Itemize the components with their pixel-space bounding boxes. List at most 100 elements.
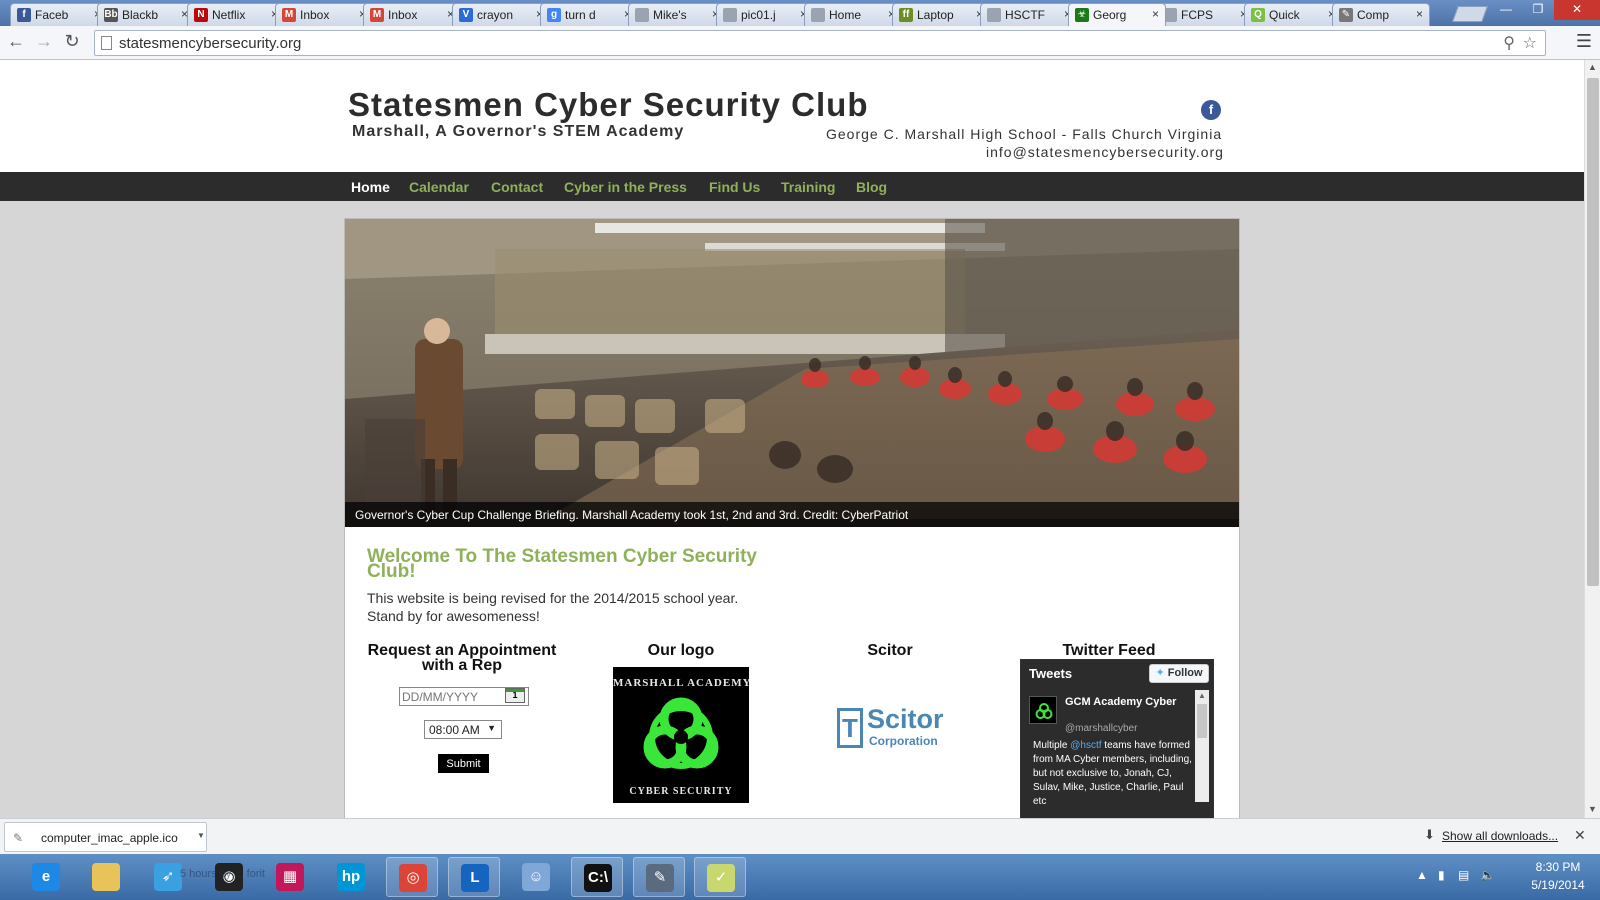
browser-tab[interactable]: gturn d×: [540, 3, 638, 26]
nav-link-find-us[interactable]: Find Us: [709, 179, 760, 195]
taskbar-file-explorer[interactable]: [80, 857, 132, 897]
nav-link-home[interactable]: Home: [351, 179, 390, 195]
taskbar-command-prompt[interactable]: C:\: [571, 857, 623, 897]
scitor-logo-mark: T: [837, 708, 863, 748]
scroll-down-arrow-icon[interactable]: ▼: [1588, 804, 1597, 814]
browser-tab[interactable]: pic01.j×: [716, 3, 814, 26]
browser-tab[interactable]: QQuick×: [1244, 3, 1342, 26]
gmail-icon: M: [370, 8, 384, 22]
browser-tab[interactable]: Home×: [804, 3, 902, 26]
browser-tab-label: Comp: [1357, 8, 1390, 22]
taskbar-paint-app[interactable]: ▦: [264, 857, 316, 897]
bookmark-star-icon[interactable]: ☆: [1523, 33, 1537, 53]
scroll-up-arrow-icon[interactable]: ▲: [1198, 691, 1206, 700]
search-icon[interactable]: ⚲: [1503, 33, 1515, 53]
nav-link-training[interactable]: Training: [781, 179, 835, 195]
follow-button[interactable]: ✦ Follow: [1149, 664, 1209, 683]
nav-link-cyber-in-the-press[interactable]: Cyber in the Press: [564, 179, 687, 195]
contact-email[interactable]: info@statesmencybersecurity.org: [986, 144, 1224, 160]
finder-icon: ☺: [522, 863, 550, 891]
scitor-logo[interactable]: T Scitor Corporation: [837, 704, 963, 752]
browser-tab-label: crayon: [477, 8, 514, 22]
tweet-list: GCM Academy Cyber 2h @marshallcyber Mult…: [1025, 690, 1211, 818]
tweet-author-handle[interactable]: @marshallcyber: [1065, 723, 1137, 734]
tag-icon: ✎: [1339, 8, 1353, 22]
taskbar-chart-app[interactable]: ✓: [694, 857, 746, 897]
site-nav: Home Calendar Contact Cyber in the Press Fin…: [0, 172, 1584, 201]
taskbar-finder-app[interactable]: ☺: [510, 857, 562, 897]
clock-date[interactable]: 5/19/2014: [1526, 878, 1590, 892]
browser-tab[interactable]: ffLaptop×: [892, 3, 990, 26]
page-scrollbar[interactable]: ▲ ▼: [1584, 60, 1600, 818]
nav-link-blog[interactable]: Blog: [856, 179, 887, 195]
site-title: Statesmen Cyber Security Club: [348, 86, 869, 123]
lync-icon: L: [461, 864, 489, 892]
club-logo: MARSHALL ACADEMY CYBER SECURITY: [613, 667, 749, 803]
tweets-title: Tweets: [1029, 666, 1073, 681]
maximize-button[interactable]: ❐: [1522, 0, 1554, 20]
nav-link-calendar[interactable]: Calendar: [409, 179, 469, 195]
browser-tab[interactable]: HSCTF×: [980, 3, 1078, 26]
taskbar-internet-explorer[interactable]: e: [20, 857, 72, 897]
tweet-avatar[interactable]: [1029, 696, 1057, 724]
tweet-scrollbar-thumb[interactable]: [1197, 704, 1207, 738]
volume-icon[interactable]: 🔈: [1480, 868, 1495, 882]
download-item[interactable]: ✎ computer_imac_apple.ico ▼: [4, 822, 207, 852]
close-icon[interactable]: ×: [1416, 7, 1423, 21]
battery-icon[interactable]: ▮: [1438, 868, 1445, 882]
appointment-heading-line2: with a Rep: [421, 657, 502, 674]
scroll-up-arrow-icon[interactable]: ▲: [1588, 62, 1597, 72]
taskbar-hp-app[interactable]: hp: [325, 857, 377, 897]
chevron-down-icon: ▼: [487, 723, 496, 733]
hero-caption: Governor's Cyber Cup Challenge Briefing.…: [345, 502, 1239, 527]
chevron-down-icon[interactable]: ▼: [197, 831, 205, 840]
reload-button[interactable]: ↻: [60, 31, 84, 52]
close-icon[interactable]: ✕: [1574, 827, 1586, 844]
facebook-icon[interactable]: f: [1201, 100, 1221, 120]
browser-tab[interactable]: ☣ Georg ×: [1068, 3, 1166, 26]
blackboard-icon: Bb: [104, 8, 118, 22]
tweet-author-name[interactable]: GCM Academy Cyber: [1065, 696, 1176, 708]
show-all-downloads-link[interactable]: Show all downloads...: [1442, 829, 1558, 843]
browser-tab[interactable]: FCPS×: [1156, 3, 1254, 26]
intro-line-2: Stand by for awesomeness!: [367, 608, 540, 624]
forward-button[interactable]: →: [32, 31, 56, 52]
browser-tab[interactable]: ✎ Comp ×: [1332, 3, 1430, 26]
menu-icon[interactable]: ☰: [1576, 31, 1592, 52]
minimize-button[interactable]: —: [1490, 0, 1522, 20]
windows-taskbar: e ➶ ◉ ▦ hp ◎ L ☺ C:\ ✎ ✓ 5 hours by ... forit ▲ ▮ …: [0, 854, 1600, 900]
time-select[interactable]: 08:00 AM ▼: [424, 720, 502, 739]
tweet-scrollbar[interactable]: ▲: [1195, 690, 1209, 802]
browser-tab-label: Laptop: [917, 8, 954, 22]
address-bar[interactable]: statesmencybersecurity.org ⚲ ☆: [94, 30, 1546, 56]
browser-tab[interactable]: MInbox×: [363, 3, 461, 26]
evernote-icon: Q: [1251, 8, 1265, 22]
nav-link-contact[interactable]: Contact: [491, 179, 543, 195]
downloads-bar: ✎ computer_imac_apple.ico ▼ ⬇ Show all d…: [0, 818, 1600, 854]
browser-tab[interactable]: NNetflix×: [187, 3, 285, 26]
browser-tab[interactable]: Mike's×: [628, 3, 726, 26]
browser-tab[interactable]: MInbox×: [275, 3, 373, 26]
close-icon[interactable]: ×: [1152, 7, 1159, 21]
calendar-icon[interactable]: 1: [505, 688, 525, 703]
twitter-widget: Tweets ✦ Follow GCM Academy Cyber 2h @ma…: [1020, 659, 1214, 818]
browser-tab[interactable]: fFaceb×: [10, 3, 108, 26]
show-hidden-icons-icon[interactable]: ▲: [1416, 868, 1428, 882]
browser-tab[interactable]: Vcrayon×: [452, 3, 550, 26]
submit-button[interactable]: Submit: [438, 754, 489, 773]
taskbar-pen-app[interactable]: ✎: [633, 857, 685, 897]
ff-icon: ff: [899, 8, 913, 22]
taskbar-chrome[interactable]: ◎: [386, 857, 438, 897]
download-arrow-icon: ⬇: [1424, 827, 1435, 842]
new-tab-button[interactable]: [1452, 6, 1488, 22]
window-close-button[interactable]: ✕: [1554, 0, 1600, 20]
browser-tab-label: Inbox: [300, 8, 330, 22]
browser-tab[interactable]: Bb Blackb ×: [97, 3, 195, 26]
taskbar-lync[interactable]: L: [448, 857, 500, 897]
clock-time[interactable]: 8:30 PM: [1528, 860, 1588, 874]
network-signal-icon[interactable]: ▤: [1458, 868, 1469, 882]
tweet-mention-link[interactable]: @hsctf: [1070, 740, 1101, 751]
page-scrollbar-thumb[interactable]: [1587, 78, 1599, 586]
document-icon: [723, 8, 737, 22]
back-button[interactable]: ←: [4, 31, 28, 52]
